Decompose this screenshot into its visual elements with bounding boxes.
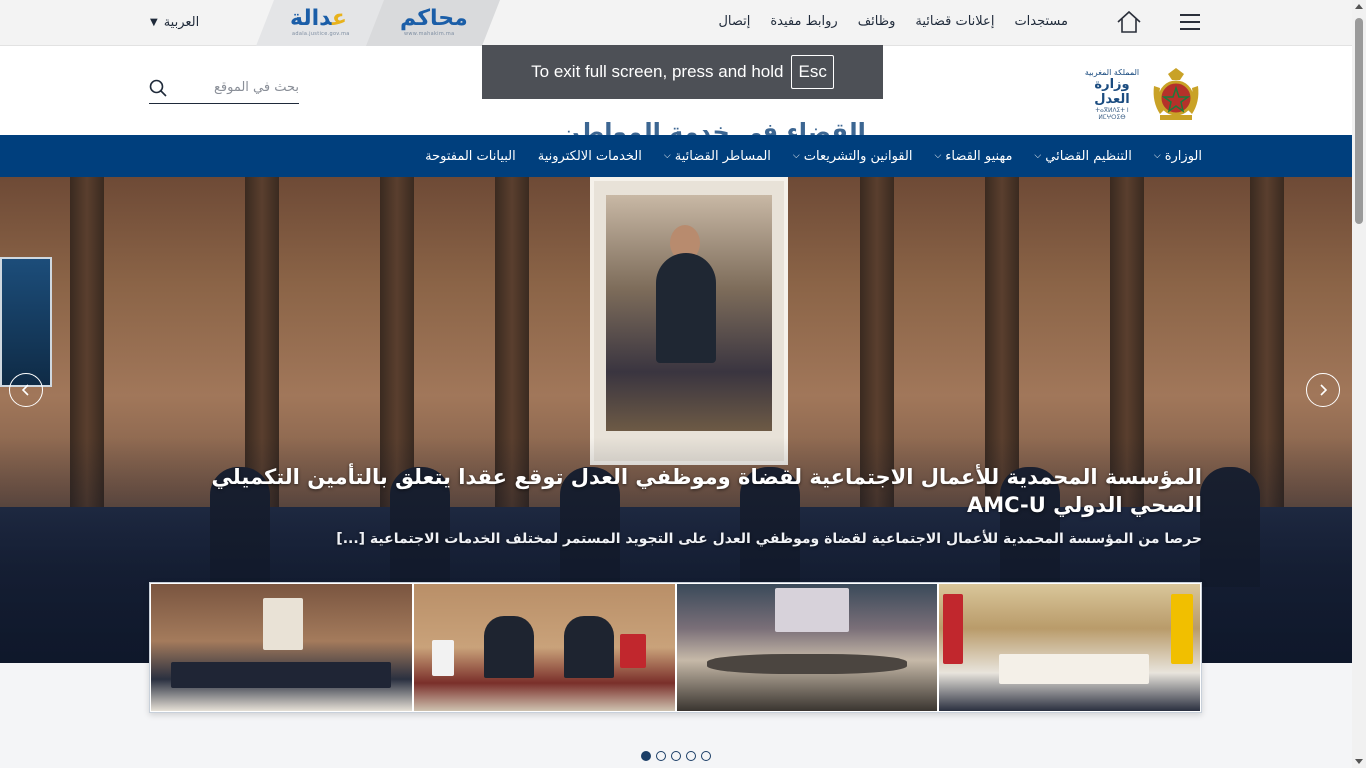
top-link-news[interactable]: مستجدات	[1014, 14, 1068, 29]
slider-next-button[interactable]	[1306, 373, 1340, 407]
chevron-down-icon: ⌵	[1153, 151, 1161, 161]
adala-url: adala.justice.gov.ma	[292, 31, 350, 37]
mahakim-url: www.mahakim.ma	[404, 31, 455, 37]
language-label: العربية	[163, 15, 200, 30]
fullscreen-notice-text: To exit full screen, press and hold	[531, 62, 784, 81]
slider-dot-2[interactable]	[656, 751, 666, 761]
slider-dot-3[interactable]	[671, 751, 681, 761]
esc-key: Esc	[791, 55, 834, 89]
slider-thumbnails	[149, 582, 1202, 713]
portrait-frame	[590, 177, 788, 465]
coat-of-arms-icon	[1153, 68, 1199, 120]
ministry-logo[interactable]: المملكة المغربية وزارة العدل ⵜⴰⴳⵍⴷⵉⵜ ⵏ ⵍ…	[1082, 66, 1204, 122]
mahakim-portal-link[interactable]: محاكم www.mahakim.ma	[366, 0, 500, 46]
hero-description[interactable]: حرصا من المؤسسة المحمدية للأعمال الاجتما…	[182, 531, 1202, 547]
nav-label: المساطر القضائية	[674, 148, 771, 164]
logo-line-ministry: وزارة العدل	[1094, 77, 1130, 107]
nav-label: التنظيم القضائي	[1045, 148, 1132, 164]
nav-item-e-services[interactable]: الخدمات الالكترونية	[538, 149, 642, 164]
menu-icon[interactable]	[1180, 14, 1200, 30]
ministry-name: المملكة المغربية وزارة العدل ⵜⴰⴳⵍⴷⵉⵜ ⵏ ⵍ…	[1082, 68, 1142, 121]
top-link-jobs[interactable]: وظائف	[858, 14, 896, 29]
nav-label: القوانين والتشريعات	[803, 148, 913, 164]
chevron-down-icon: ⌵	[663, 151, 671, 161]
top-links: مستجدات إعلانات قضائية وظائف روابط مفيدة…	[718, 14, 1068, 29]
adala-logo: عدالة	[290, 6, 347, 31]
wall-screen	[0, 257, 52, 387]
logo-line-tifinagh: ⵜⴰⴳⵍⴷⵉⵜ ⵏ ⵍⵎⵖⵔⵉⴱ	[1095, 107, 1129, 121]
nav-item-ministry[interactable]: الوزارة ⌵	[1154, 149, 1202, 164]
nav-item-open-data[interactable]: البيانات المفتوحة	[425, 149, 516, 164]
mahakim-logo: محاكم	[400, 6, 468, 31]
top-link-judicial-announcements[interactable]: إعلانات قضائية	[915, 14, 994, 29]
slide-thumbnail-2[interactable]	[413, 584, 675, 711]
search-icon[interactable]	[149, 79, 167, 97]
brand-tabs: عدالة adala.justice.gov.ma محاكم www.mah…	[256, 0, 500, 46]
language-selector[interactable]: ▼ العربية	[150, 15, 199, 30]
hero-title[interactable]: المؤسسة المحمدية للأعمال الاجتماعية لقضا…	[182, 463, 1202, 519]
slide-thumbnail-4[interactable]	[939, 584, 1200, 711]
nav-label: الوزارة	[1164, 148, 1202, 164]
nav-label: مهنيو القضاء	[945, 148, 1013, 164]
scroll-down-icon[interactable]	[1355, 759, 1363, 764]
chevron-down-icon: ▼	[150, 17, 158, 28]
search-input[interactable]	[179, 73, 299, 102]
scrollbar-thumb[interactable]	[1355, 18, 1363, 224]
nav-label: البيانات المفتوحة	[425, 148, 516, 164]
top-link-contact[interactable]: إتصال	[718, 14, 750, 29]
home-icon[interactable]	[1116, 10, 1142, 34]
logo-line-kingdom: المملكة المغربية	[1084, 68, 1140, 77]
site-search	[149, 72, 299, 104]
chevron-left-icon	[21, 384, 29, 396]
slider-pagination	[641, 751, 711, 761]
slider-dot-4[interactable]	[686, 751, 696, 761]
nav-label: الخدمات الالكترونية	[537, 148, 642, 164]
chevron-right-icon	[1320, 384, 1328, 396]
nav-item-justice-professionals[interactable]: مهنيو القضاء ⌵	[934, 149, 1012, 164]
slide-thumbnail-3[interactable]	[676, 584, 938, 711]
chevron-down-icon: ⌵	[792, 151, 800, 161]
chevron-down-icon: ⌵	[934, 151, 942, 161]
chevron-down-icon: ⌵	[1034, 151, 1042, 161]
scroll-up-icon[interactable]	[1355, 4, 1363, 9]
nav-item-judicial-procedures[interactable]: المساطر القضائية ⌵	[664, 149, 771, 164]
nav-item-judicial-organization[interactable]: التنظيم القضائي ⌵	[1034, 149, 1131, 164]
slider-dot-5[interactable]	[701, 751, 711, 761]
main-navigation: الوزارة ⌵ التنظيم القضائي ⌵ مهنيو القضاء ⌵ …	[0, 135, 1352, 177]
slide-thumbnail-1[interactable]	[151, 584, 412, 711]
vertical-scrollbar[interactable]	[1352, 0, 1366, 768]
top-link-useful-links[interactable]: روابط مفيدة	[770, 14, 837, 29]
slider-dot-1[interactable]	[641, 751, 651, 761]
slider-prev-button[interactable]	[9, 373, 43, 407]
nav-item-laws-legislation[interactable]: القوانين والتشريعات ⌵	[793, 149, 913, 164]
fullscreen-exit-notice: To exit full screen, press and hold Esc	[482, 45, 883, 99]
top-bar: مستجدات إعلانات قضائية وظائف روابط مفيدة…	[0, 0, 1352, 46]
